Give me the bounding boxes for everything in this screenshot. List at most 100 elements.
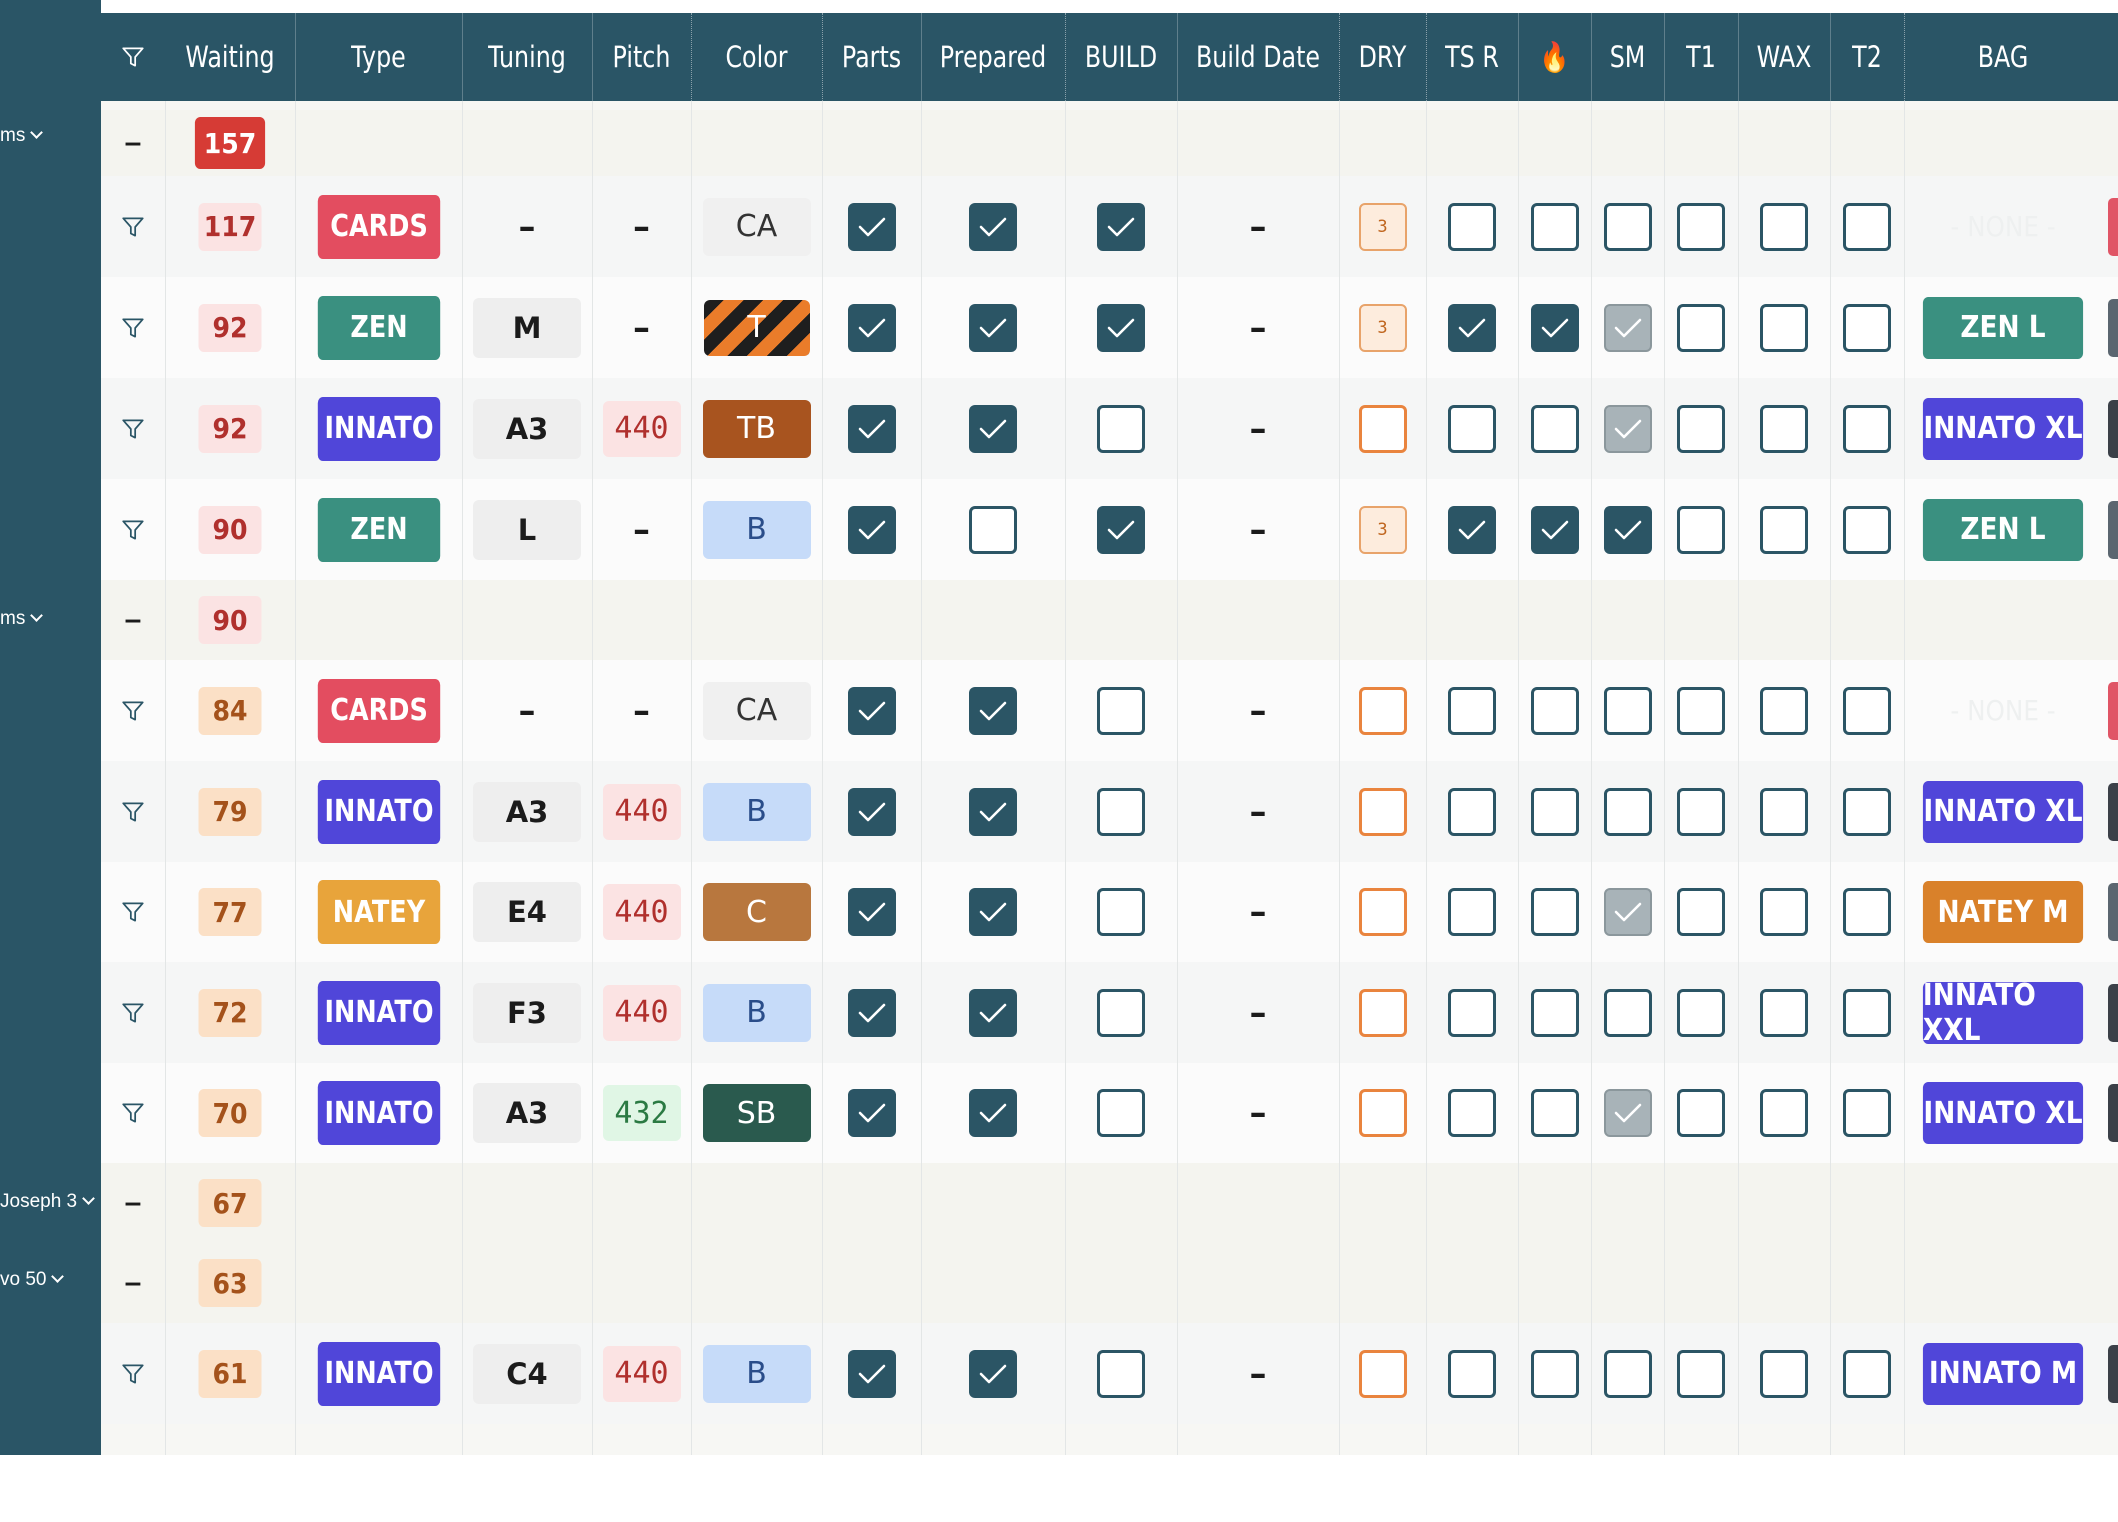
color-badge[interactable]: C bbox=[702, 883, 811, 941]
fire-checkbox[interactable] bbox=[1530, 888, 1579, 936]
table-row[interactable]: 61 INNATO C4 440 B – INNATO M bbox=[101, 1323, 2118, 1424]
table-row[interactable]: 77 NATEY E4 440 C – NATEY M bbox=[101, 862, 2118, 962]
color-badge[interactable]: B bbox=[702, 782, 811, 841]
parts-checkbox[interactable] bbox=[847, 202, 896, 251]
table-row[interactable]: 72 INNATO F3 440 B – INNATO XXL bbox=[101, 962, 2118, 1063]
sm-checkbox[interactable] bbox=[1603, 888, 1652, 936]
ts-r-checkbox[interactable] bbox=[1448, 888, 1496, 936]
parts-checkbox[interactable] bbox=[847, 888, 896, 936]
bag-badge[interactable]: INNATO XXL bbox=[1922, 978, 2084, 1048]
column-header[interactable]: 🔥 bbox=[1525, 13, 1585, 101]
ts-r-checkbox[interactable] bbox=[1448, 404, 1496, 453]
row-filter[interactable] bbox=[101, 862, 165, 962]
column-header[interactable]: WAX bbox=[1746, 13, 1821, 101]
dry-counter[interactable]: 3 bbox=[1358, 202, 1407, 251]
fire-checkbox[interactable] bbox=[1530, 1089, 1579, 1137]
ts-r-checkbox[interactable] bbox=[1448, 988, 1496, 1037]
build-checkbox[interactable] bbox=[1097, 686, 1145, 735]
type-badge[interactable]: INNATO bbox=[317, 980, 440, 1045]
prepared-checkbox[interactable] bbox=[969, 505, 1017, 554]
t2-checkbox[interactable] bbox=[1843, 505, 1891, 554]
type-badge[interactable]: ZEN bbox=[317, 295, 440, 360]
t2-checkbox[interactable] bbox=[1843, 303, 1891, 352]
pitch-badge[interactable]: 440 bbox=[602, 1345, 681, 1402]
row-filter[interactable] bbox=[101, 1323, 165, 1424]
row-filter[interactable] bbox=[101, 962, 165, 1063]
sm-checkbox[interactable] bbox=[1603, 505, 1652, 554]
t2-checkbox[interactable] bbox=[1843, 686, 1891, 735]
sm-checkbox[interactable] bbox=[1603, 1089, 1652, 1137]
dry-counter[interactable] bbox=[1358, 404, 1407, 453]
prepared-checkbox[interactable] bbox=[969, 888, 1017, 936]
sm-checkbox[interactable] bbox=[1603, 404, 1652, 453]
parts-checkbox[interactable] bbox=[847, 988, 896, 1037]
wax-checkbox[interactable] bbox=[1760, 505, 1808, 554]
bag-badge[interactable]: NATEY M bbox=[1922, 881, 2084, 943]
tuning-value[interactable]: F3 bbox=[473, 982, 581, 1043]
group-row[interactable]: – 63 bbox=[101, 1243, 2118, 1323]
color-badge[interactable]: CA bbox=[702, 197, 811, 256]
ts-r-checkbox[interactable] bbox=[1448, 787, 1496, 836]
wax-checkbox[interactable] bbox=[1760, 202, 1808, 251]
column-header[interactable]: T1 bbox=[1671, 13, 1732, 101]
wax-checkbox[interactable] bbox=[1760, 787, 1808, 836]
row-filter[interactable] bbox=[101, 277, 165, 378]
t1-checkbox[interactable] bbox=[1677, 787, 1725, 836]
parts-checkbox[interactable] bbox=[847, 505, 896, 554]
type-badge[interactable]: CARDS bbox=[317, 678, 440, 743]
parts-checkbox[interactable] bbox=[847, 1089, 896, 1137]
table-row[interactable]: 90 ZEN L – B – 3 ZEN L bbox=[101, 479, 2118, 580]
type-badge[interactable]: NATEY bbox=[317, 880, 440, 944]
row-filter[interactable] bbox=[101, 176, 165, 277]
parts-checkbox[interactable] bbox=[847, 303, 896, 352]
color-badge[interactable]: B bbox=[702, 983, 811, 1042]
column-header[interactable]: BAG bbox=[1922, 13, 2084, 101]
build-checkbox[interactable] bbox=[1097, 1349, 1145, 1398]
wax-checkbox[interactable] bbox=[1760, 888, 1808, 936]
tuning-value[interactable]: M bbox=[473, 297, 581, 358]
sm-checkbox[interactable] bbox=[1603, 988, 1652, 1037]
t1-checkbox[interactable] bbox=[1677, 1089, 1725, 1137]
t1-checkbox[interactable] bbox=[1677, 888, 1725, 936]
dry-counter[interactable]: 3 bbox=[1358, 303, 1407, 352]
fire-checkbox[interactable] bbox=[1530, 505, 1579, 554]
bag-badge[interactable]: - NONE - bbox=[1923, 680, 2083, 742]
t1-checkbox[interactable] bbox=[1677, 988, 1725, 1037]
collapse-toggle[interactable]: – bbox=[101, 110, 165, 176]
t2-checkbox[interactable] bbox=[1843, 1349, 1891, 1398]
t2-checkbox[interactable] bbox=[1843, 1089, 1891, 1137]
row-filter[interactable] bbox=[101, 479, 165, 580]
table-row[interactable]: 117 CARDS – – CA – 3 - NONE - bbox=[101, 176, 2118, 277]
tuning-value[interactable]: L bbox=[473, 499, 581, 560]
prepared-checkbox[interactable] bbox=[969, 988, 1017, 1037]
bag-badge[interactable]: INNATO XL bbox=[1922, 780, 2084, 843]
wax-checkbox[interactable] bbox=[1760, 1349, 1808, 1398]
bag-badge[interactable]: ZEN L bbox=[1922, 498, 2084, 561]
table-row[interactable]: 79 INNATO A3 440 B – INNATO XL bbox=[101, 761, 2118, 862]
build-checkbox[interactable] bbox=[1097, 988, 1145, 1037]
t1-checkbox[interactable] bbox=[1677, 1349, 1725, 1398]
sm-checkbox[interactable] bbox=[1603, 303, 1652, 352]
build-checkbox[interactable] bbox=[1097, 1089, 1145, 1137]
wax-checkbox[interactable] bbox=[1760, 686, 1808, 735]
column-header[interactable]: BUILD bbox=[1075, 13, 1167, 101]
build-checkbox[interactable] bbox=[1097, 202, 1145, 251]
t2-checkbox[interactable] bbox=[1843, 404, 1891, 453]
column-header[interactable]: Build Date bbox=[1192, 13, 1325, 101]
column-header[interactable]: DRY bbox=[1347, 13, 1418, 101]
prepared-checkbox[interactable] bbox=[969, 787, 1017, 836]
type-badge[interactable]: INNATO bbox=[317, 396, 440, 461]
sidebar-group-label[interactable]: ms bbox=[0, 608, 44, 630]
build-checkbox[interactable] bbox=[1097, 404, 1145, 453]
sm-checkbox[interactable] bbox=[1603, 686, 1652, 735]
dry-counter[interactable] bbox=[1358, 787, 1407, 836]
prepared-checkbox[interactable] bbox=[969, 303, 1017, 352]
build-checkbox[interactable] bbox=[1097, 303, 1145, 352]
column-header[interactable]: Type bbox=[310, 13, 447, 101]
type-badge[interactable]: CARDS bbox=[317, 194, 440, 259]
column-header[interactable]: T2 bbox=[1837, 13, 1898, 101]
column-header[interactable]: Prepared bbox=[934, 13, 1052, 101]
fire-checkbox[interactable] bbox=[1530, 787, 1579, 836]
tuning-value[interactable]: A3 bbox=[473, 398, 581, 459]
dry-counter[interactable] bbox=[1358, 988, 1407, 1037]
